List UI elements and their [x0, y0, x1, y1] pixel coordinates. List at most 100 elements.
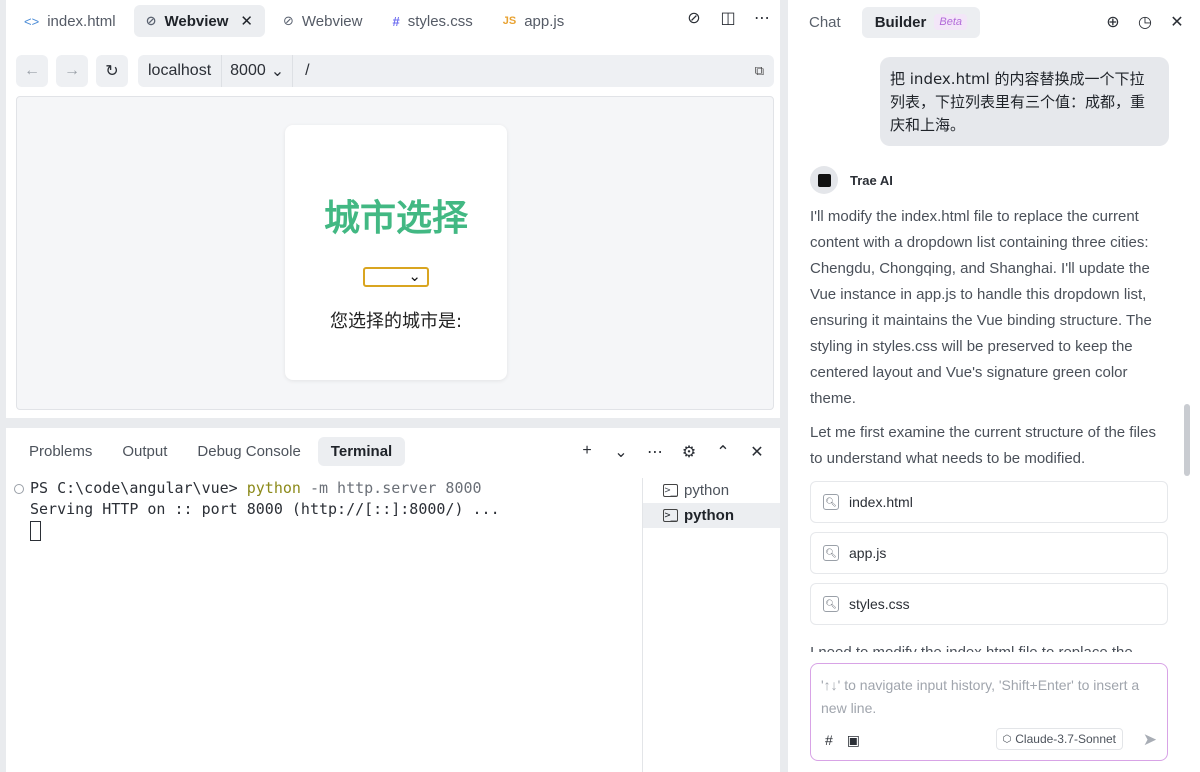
- terminal-args: -m http.server 8000: [300, 479, 482, 497]
- file-reference-card[interactable]: 🔍︎ index.html: [810, 481, 1168, 523]
- tab-webview[interactable]: ⊘ Webview: [271, 5, 375, 37]
- link-icon: ⊘: [282, 13, 294, 28]
- command-status-icon: [14, 484, 24, 494]
- path-input[interactable]: /: [293, 62, 309, 80]
- terminal-output[interactable]: PS C:\code\angular\vue> python -m http.s…: [12, 478, 640, 768]
- model-name: Claude-3.7-Sonnet: [1015, 732, 1116, 746]
- tab-builder[interactable]: Builder Beta: [861, 6, 981, 38]
- search-file-icon: 🔍︎: [823, 494, 839, 510]
- editor-area: <> index.html ⊘ Webview ✕ ⊘ Webview # st…: [6, 0, 780, 418]
- assistant-message-truncated: I need to modify the index.html file to …: [810, 640, 1170, 652]
- assistant-message: Let me first examine the current structu…: [810, 424, 1156, 467]
- close-icon[interactable]: ✕: [1168, 12, 1186, 32]
- tab-webview-active[interactable]: ⊘ Webview ✕: [133, 5, 265, 37]
- terminal-icon: >_: [663, 484, 678, 497]
- tab-problems[interactable]: Problems: [16, 437, 105, 466]
- selected-city-label: 您选择的城市是:: [329, 311, 463, 332]
- compass-icon[interactable]: ⊘: [684, 8, 704, 28]
- user-message: 把 index.html 的内容替换成一个下拉列表，下拉列表里有三个值：成都，重…: [880, 57, 1169, 146]
- chevron-down-icon: ⌄: [408, 268, 421, 285]
- split-editor-icon[interactable]: ◫: [718, 8, 738, 28]
- city-select[interactable]: ⌄: [363, 267, 429, 287]
- scrollbar-thumb[interactable]: [1184, 404, 1190, 476]
- file-name: styles.css: [849, 596, 910, 612]
- image-icon[interactable]: ▣: [847, 732, 860, 749]
- port-value: 8000: [230, 62, 266, 79]
- editor-tabs: <> index.html ⊘ Webview ✕ ⊘ Webview # st…: [6, 0, 780, 42]
- tab-label: app.js: [524, 12, 565, 30]
- assistant-name: Trae AI: [850, 172, 893, 188]
- avatar: [810, 166, 838, 194]
- port-select[interactable]: 8000 ⌄: [221, 55, 294, 87]
- send-icon[interactable]: ➤: [1143, 730, 1157, 750]
- city-card: 城市选择 ⌄ 您选择的城市是:: [285, 125, 507, 380]
- terminal-prompt: PS C:\code\angular\vue>: [30, 479, 247, 497]
- tab-label: Webview: [301, 12, 363, 30]
- search-file-icon: 🔍︎: [823, 596, 839, 612]
- panel-actions: + ⌄ ⋯ ⚙ ⌃ ✕: [578, 442, 766, 462]
- page-title: 城市选择: [323, 198, 468, 239]
- beta-badge: Beta: [934, 14, 968, 30]
- webview-url-bar: ← → ↻ localhost 8000 ⌄ / ⧉: [16, 54, 774, 88]
- address-field[interactable]: localhost 8000 ⌄ / ⧉: [138, 55, 774, 87]
- chat-input[interactable]: '↑↓' to navigate input history, 'Shift+E…: [810, 663, 1168, 761]
- ai-chat-panel: Chat Builder Beta ⊕ ◷ ✕ 把 index.html 的内容…: [788, 0, 1200, 772]
- tab-index-html[interactable]: <> index.html: [12, 5, 128, 37]
- plus-icon[interactable]: +: [578, 442, 596, 462]
- reload-button[interactable]: ↻: [96, 55, 128, 87]
- back-button[interactable]: ←: [16, 55, 48, 87]
- model-selector[interactable]: ⬡ Claude-3.7-Sonnet: [995, 728, 1123, 750]
- assistant-message: I'll modify the index.html file to repla…: [810, 208, 1152, 407]
- terminal-line: PS C:\code\angular\vue> python -m http.s…: [12, 478, 640, 499]
- tab-label: index.html: [47, 12, 116, 30]
- tab-label: styles.css: [407, 12, 473, 30]
- link-icon: ⊘: [145, 13, 157, 28]
- code-icon: <>: [24, 13, 40, 29]
- settings-icon[interactable]: ⚙: [680, 442, 698, 462]
- close-icon[interactable]: ✕: [748, 442, 766, 462]
- assistant-header: Trae AI: [810, 166, 893, 194]
- host-text: localhost: [148, 62, 212, 79]
- arrow-left-icon: ←: [24, 62, 40, 79]
- tab-debug-console[interactable]: Debug Console: [184, 437, 313, 466]
- js-icon: JS: [502, 15, 517, 27]
- chevron-up-icon[interactable]: ⌃: [714, 442, 732, 462]
- close-icon[interactable]: ✕: [240, 12, 253, 30]
- file-reference-card[interactable]: 🔍︎ styles.css: [810, 583, 1168, 625]
- terminal-instance-label: python: [684, 507, 734, 524]
- more-icon[interactable]: ⋯: [646, 442, 664, 462]
- cube-icon: ⬡: [1002, 733, 1012, 745]
- file-name: index.html: [849, 494, 913, 510]
- forward-button[interactable]: →: [56, 55, 88, 87]
- file-reference-card[interactable]: 🔍︎ app.js: [810, 532, 1168, 574]
- history-icon[interactable]: ◷: [1136, 12, 1154, 32]
- file-name: app.js: [849, 545, 887, 561]
- tab-styles-css[interactable]: # styles.css: [380, 5, 484, 37]
- hash-icon: #: [392, 13, 400, 29]
- copy-icon[interactable]: ⧉: [755, 63, 764, 79]
- tab-terminal[interactable]: Terminal: [317, 436, 406, 466]
- tab-app-js[interactable]: JS app.js: [491, 5, 577, 37]
- app-window: <> index.html ⊘ Webview ✕ ⊘ Webview # st…: [0, 0, 1200, 772]
- tab-chat[interactable]: Chat: [796, 7, 854, 38]
- bottom-panel: Problems Output Debug Console Terminal +…: [6, 428, 780, 772]
- tab-output[interactable]: Output: [109, 437, 180, 466]
- input-tools: # ▣: [825, 732, 860, 749]
- new-chat-icon[interactable]: ⊕: [1104, 12, 1122, 32]
- chevron-down-icon: ⌄: [270, 63, 285, 80]
- terminal-instance[interactable]: >_ python: [643, 503, 780, 528]
- webview-preview: 城市选择 ⌄ 您选择的城市是:: [16, 96, 774, 410]
- chat-header-actions: ⊕ ◷ ✕: [1104, 12, 1186, 32]
- terminal-command: python: [246, 479, 301, 497]
- tab-builder-label: Builder: [874, 13, 927, 31]
- hash-icon[interactable]: #: [825, 732, 833, 749]
- more-icon[interactable]: ⋯: [752, 8, 772, 28]
- reload-icon: ↻: [105, 63, 119, 80]
- terminal-line: Serving HTTP on :: port 8000 (http://[::…: [12, 499, 640, 520]
- arrow-right-icon: →: [64, 62, 80, 79]
- terminal-instance[interactable]: >_ python: [643, 478, 780, 503]
- chat-input-placeholder: '↑↓' to navigate input history, 'Shift+E…: [821, 677, 1140, 716]
- chevron-down-icon[interactable]: ⌄: [612, 442, 630, 462]
- trae-logo-icon: [817, 173, 831, 187]
- editor-actions: ⊘ ◫ ⋯: [684, 8, 772, 28]
